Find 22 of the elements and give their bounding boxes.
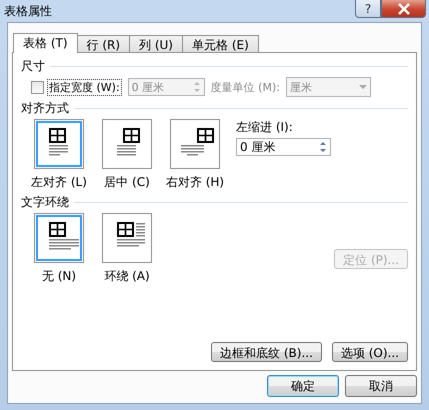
section-heading: 文字环绕 xyxy=(21,194,69,210)
dialog-button[interactable]: 确定 xyxy=(267,375,339,397)
dialog-button[interactable]: 取消 xyxy=(345,375,417,397)
dialog-button[interactable]: 边框和底纹 (B)... xyxy=(211,342,322,362)
option-label: 居中 (C) xyxy=(104,174,150,191)
indent-field[interactable]: 0 厘米 xyxy=(236,138,331,156)
tab[interactable]: 表格 (T) xyxy=(13,33,78,53)
tab[interactable]: 单元格 (E) xyxy=(182,35,259,52)
checkbox-label[interactable]: 指定宽度 (W): xyxy=(47,78,122,96)
indent-label: 左缩进 (I): xyxy=(236,119,294,136)
tab[interactable]: 行 (R) xyxy=(76,35,130,52)
option-label: 无 (N) xyxy=(42,268,76,285)
unit-label: 度量单位 (M): xyxy=(210,80,280,94)
window-title: 表格属性 xyxy=(3,3,52,20)
option-label: 左对齐 (L) xyxy=(31,174,87,191)
help-button[interactable]: ? xyxy=(355,0,381,18)
tab[interactable]: 列 (U) xyxy=(129,35,183,52)
dialog-button[interactable]: 选项 (O)... xyxy=(332,342,408,362)
option-label: 右对齐 (H) xyxy=(166,174,224,191)
section-heading: 尺寸 xyxy=(21,58,45,74)
option-label: 环绕 (A) xyxy=(104,268,150,285)
section-heading: 对齐方式 xyxy=(21,100,69,116)
